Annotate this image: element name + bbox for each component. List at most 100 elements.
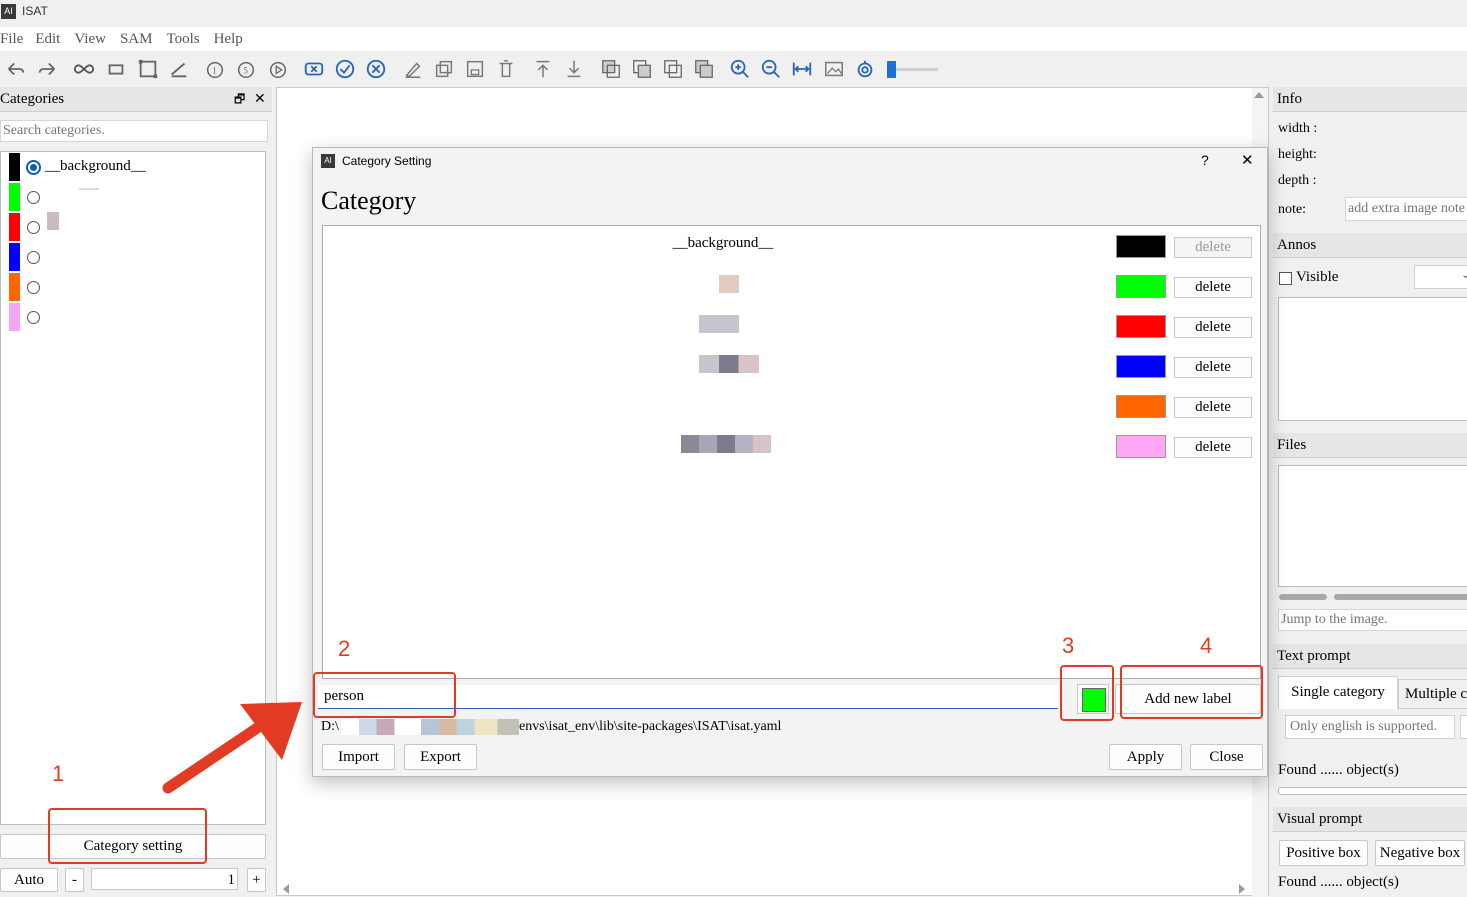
category-item[interactable] xyxy=(7,243,257,271)
dialog-close-icon[interactable]: ✕ xyxy=(1241,151,1254,169)
category-color-button[interactable] xyxy=(1116,355,1166,378)
search-categories-input[interactable] xyxy=(0,120,268,142)
scroll-up-icon[interactable] xyxy=(1254,92,1264,98)
category-item[interactable] xyxy=(7,183,257,211)
category-item[interactable] xyxy=(7,212,257,241)
category-color-swatch xyxy=(9,243,20,271)
category-radio[interactable] xyxy=(26,160,41,175)
float-icon[interactable]: 🗗 xyxy=(234,87,245,111)
cancel-icon[interactable] xyxy=(364,57,388,81)
close-button[interactable]: Close xyxy=(1190,744,1263,770)
category-item[interactable] xyxy=(7,273,257,301)
eye-icon[interactable] xyxy=(853,57,877,81)
text-prompt-run-button[interactable] xyxy=(1460,715,1467,739)
delete-icon[interactable] xyxy=(494,57,518,81)
layer-3-icon[interactable] xyxy=(661,57,685,81)
menu-sam[interactable]: SAM xyxy=(120,27,167,51)
delete-button[interactable]: delete xyxy=(1174,437,1252,458)
category-label: __background__ xyxy=(45,158,146,174)
height-label: height: xyxy=(1278,147,1317,162)
loop-icon[interactable] xyxy=(72,57,96,81)
menu-help[interactable]: Help xyxy=(214,27,249,51)
opacity-slider-track[interactable] xyxy=(896,68,938,71)
help-icon[interactable]: ? xyxy=(1201,152,1209,168)
width-label: width : xyxy=(1278,121,1318,136)
redo-icon[interactable] xyxy=(35,57,59,81)
category-radio[interactable] xyxy=(27,221,40,234)
apply-button[interactable]: Apply xyxy=(1109,744,1182,770)
category-color-button[interactable] xyxy=(1116,395,1166,418)
category-radio[interactable] xyxy=(27,251,40,264)
save-icon[interactable] xyxy=(463,57,487,81)
menu-tools[interactable]: Tools xyxy=(166,27,213,51)
zoom-in-icon[interactable] xyxy=(728,57,752,81)
brush-icon[interactable] xyxy=(167,57,191,81)
annos-title: Annos xyxy=(1273,233,1467,258)
files-scroll-right[interactable] xyxy=(1334,594,1467,600)
group-spinbox[interactable]: 1 xyxy=(91,868,238,890)
scroll-right-icon[interactable] xyxy=(1239,884,1245,894)
category-color-button[interactable] xyxy=(1116,435,1166,458)
annos-list xyxy=(1278,297,1467,421)
auto-button[interactable]: Auto xyxy=(0,868,58,892)
opacity-slider-handle[interactable] xyxy=(887,61,896,78)
files-scroll-left[interactable] xyxy=(1279,594,1327,600)
confirm-icon[interactable] xyxy=(333,57,357,81)
delete-button[interactable]: delete xyxy=(1174,397,1252,418)
category-color-swatch xyxy=(9,183,20,211)
cancel-box-icon[interactable] xyxy=(302,57,326,81)
close-icon[interactable]: ✕ xyxy=(254,87,266,111)
layer-4-icon[interactable] xyxy=(692,57,716,81)
jump-to-image-input[interactable] xyxy=(1278,609,1467,631)
text-prompt-input[interactable] xyxy=(1285,715,1455,739)
zoom-out-icon[interactable] xyxy=(759,57,783,81)
visual-found-label: Found ...... object(s) xyxy=(1278,874,1399,890)
increment-button[interactable]: + xyxy=(247,868,266,892)
delete-button[interactable]: delete xyxy=(1174,277,1252,298)
note-input[interactable] xyxy=(1345,197,1467,221)
depth-label: depth : xyxy=(1278,173,1317,188)
play-icon[interactable] xyxy=(266,57,290,81)
annos-group-select[interactable]: ⌄ xyxy=(1414,265,1467,289)
menu-view[interactable]: View xyxy=(74,27,120,51)
category-color-button[interactable] xyxy=(1116,275,1166,298)
category-radio[interactable] xyxy=(27,311,40,324)
edit-icon[interactable] xyxy=(401,57,425,81)
scroll-left-icon[interactable] xyxy=(283,884,289,894)
export-button[interactable]: Export xyxy=(404,744,477,770)
fit-width-icon[interactable] xyxy=(790,57,814,81)
import-button[interactable]: Import xyxy=(322,744,395,770)
move-top-icon[interactable] xyxy=(531,57,555,81)
tab-single-category[interactable]: Single category xyxy=(1278,676,1398,709)
rectangle-icon[interactable] xyxy=(104,57,128,81)
menu-edit[interactable]: Edit xyxy=(35,27,74,51)
layer-2-icon[interactable] xyxy=(630,57,654,81)
layer-1-icon[interactable] xyxy=(599,57,623,81)
category-item[interactable]: __background__ xyxy=(7,153,257,181)
category-radio[interactable] xyxy=(27,281,40,294)
rotate-1-icon[interactable]: 1 xyxy=(203,57,227,81)
bounding-box-icon[interactable] xyxy=(136,57,160,81)
category-radio[interactable] xyxy=(27,191,40,204)
delete-button[interactable]: delete xyxy=(1174,237,1252,258)
category-row: delete xyxy=(323,347,1258,383)
category-color-button[interactable] xyxy=(1116,235,1166,258)
category-row: __background__ delete xyxy=(323,227,1258,263)
decrement-button[interactable]: - xyxy=(65,868,84,892)
tab-multiple-category[interactable]: Multiple c xyxy=(1398,679,1467,709)
negative-box-button[interactable]: Negative box xyxy=(1375,840,1465,866)
category-item[interactable] xyxy=(7,303,257,331)
undo-icon[interactable] xyxy=(4,57,28,81)
menu-file[interactable]: File xyxy=(0,27,35,51)
rotate-5-icon[interactable]: 5 xyxy=(234,57,258,81)
category-color-button[interactable] xyxy=(1116,315,1166,338)
image-icon[interactable] xyxy=(822,57,846,81)
dialog-title: Category Setting xyxy=(342,154,432,168)
copy-icon[interactable] xyxy=(432,57,456,81)
delete-button[interactable]: delete xyxy=(1174,317,1252,338)
title-bar: AI ISAT xyxy=(0,0,1467,26)
delete-button[interactable]: delete xyxy=(1174,357,1252,378)
move-bottom-icon[interactable] xyxy=(562,57,586,81)
visible-checkbox[interactable] xyxy=(1279,272,1292,285)
positive-box-button[interactable]: Positive box xyxy=(1279,840,1368,866)
